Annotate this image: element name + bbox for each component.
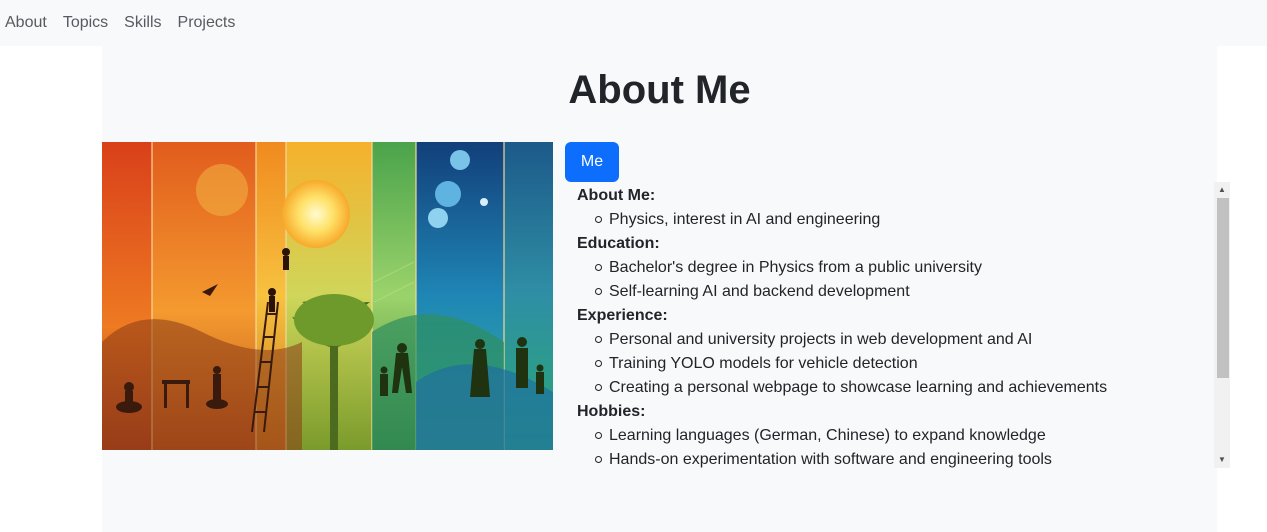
list-item: Physics, interest in AI and engineering (595, 208, 1207, 232)
list-item: Hands-on experimentation with software a… (595, 448, 1207, 468)
vertical-scrollbar[interactable]: ▲ ▼ (1214, 182, 1230, 468)
list-item: Personal and university projects in web … (595, 328, 1207, 352)
about-content: About Me: Physics, interest in AI and en… (577, 184, 1207, 468)
list-item-text: Creating a personal webpage to showcase … (609, 379, 1108, 396)
circle-bullet-icon (595, 288, 602, 295)
list-item: Bachelor's degree in Physics from a publ… (595, 256, 1207, 280)
hobbies-section: Hobbies: Learning languages (German, Chi… (577, 400, 1207, 468)
hero-illustration (102, 142, 553, 450)
nav-link-topics[interactable]: Topics (63, 14, 108, 32)
circle-bullet-icon (595, 360, 602, 367)
section-heading: Hobbies: (577, 403, 646, 420)
list-item: Training YOLO models for vehicle detecti… (595, 352, 1207, 376)
section-heading: Education: (577, 235, 660, 252)
nav-link-skills[interactable]: Skills (124, 14, 161, 32)
list-item: Learning languages (German, Chinese) to … (595, 424, 1207, 448)
experience-section: Experience: Personal and university proj… (577, 304, 1207, 400)
list-item-text: Self-learning AI and backend development (609, 283, 910, 300)
section-list: Learning languages (German, Chinese) to … (577, 424, 1207, 468)
about-section: About Me: Physics, interest in AI and en… (577, 184, 1207, 232)
page-title: About Me (568, 68, 751, 112)
top-navbar: About Topics Skills Projects (0, 0, 1267, 46)
list-item-text: Personal and university projects in web … (609, 331, 1033, 348)
list-item-text: Physics, interest in AI and engineering (609, 211, 881, 228)
list-item: Self-learning AI and backend development (595, 280, 1207, 304)
list-item-text: Training YOLO models for vehicle detecti… (609, 355, 918, 372)
circle-bullet-icon (595, 264, 602, 271)
about-panel[interactable]: About Me: Physics, interest in AI and en… (565, 182, 1230, 468)
scroll-down-arrow-icon[interactable]: ▼ (1214, 452, 1230, 468)
nav-link-projects[interactable]: Projects (178, 14, 236, 32)
list-item-text: Bachelor's degree in Physics from a publ… (609, 259, 982, 276)
list-item-text: Learning languages (German, Chinese) to … (609, 427, 1046, 444)
circle-bullet-icon (595, 456, 602, 463)
about-container: About Me Me About Me: Physics, interest … (102, 46, 1230, 532)
scroll-up-arrow-icon[interactable]: ▲ (1214, 182, 1230, 198)
section-heading: Experience: (577, 307, 668, 324)
circle-bullet-icon (595, 336, 602, 343)
circle-bullet-icon (595, 432, 602, 439)
education-section: Education: Bachelor's degree in Physics … (577, 232, 1207, 304)
section-list: Personal and university projects in web … (577, 328, 1207, 400)
section-list: Bachelor's degree in Physics from a publ… (577, 256, 1207, 304)
list-item-text: Hands-on experimentation with software a… (609, 451, 1052, 468)
section-heading: About Me: (577, 187, 656, 204)
scrollbar-thumb[interactable] (1217, 198, 1229, 378)
section-list: Physics, interest in AI and engineering (577, 208, 1207, 232)
circle-bullet-icon (595, 216, 602, 223)
circle-bullet-icon (595, 384, 602, 391)
tab-me[interactable]: Me (565, 142, 619, 182)
nav-link-about[interactable]: About (5, 14, 47, 32)
list-item: Creating a personal webpage to showcase … (595, 376, 1207, 400)
